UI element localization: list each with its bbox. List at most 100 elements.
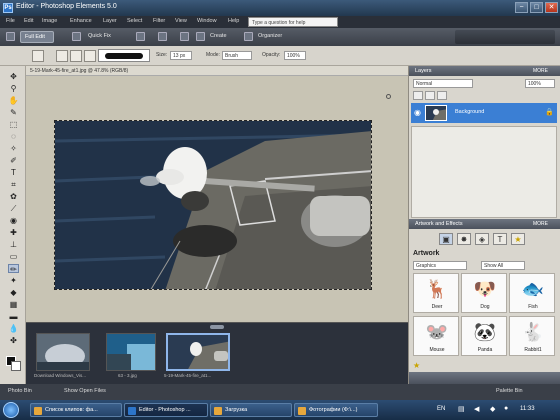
artwork-filter-select[interactable]: Show All [481,261,525,270]
network-icon[interactable]: ▤ [458,405,465,413]
layers-more-button[interactable]: MORE [533,68,548,74]
brush-tool-icon[interactable]: ✏ [8,264,19,274]
new-layer-icon[interactable] [413,91,423,100]
taskbar-item[interactable]: Список клипов: фа... [30,403,122,417]
create-button[interactable]: Create [206,31,231,43]
artwork-item[interactable]: 🐇 Rabbit1 [509,316,555,356]
menu-view[interactable]: View [175,18,187,24]
layer-row-background[interactable]: ◉ Background 🔒 [411,103,557,123]
blend-mode-select[interactable]: Normal [413,79,473,88]
artwork-effects-header[interactable]: Artwork and Effects MORE [409,219,560,229]
marquee-tool-icon[interactable]: ⬚ [8,120,19,129]
quick-fix-tab[interactable]: Quick Fix [84,31,122,43]
clock[interactable]: 11:33 [520,406,535,412]
minimize-button[interactable]: − [515,2,528,13]
how-to-panel-header[interactable] [409,372,560,384]
clone-stamp-icon[interactable]: ⊥ [8,240,19,249]
help-search-input[interactable]: Type a question for help [248,17,338,27]
language-indicator[interactable]: EN [437,406,445,412]
taskbar-item[interactable]: Загрузка [210,403,292,417]
healing-brush-icon[interactable]: ✚ [8,228,19,237]
favorites-tab-icon[interactable]: ★ [511,233,525,245]
text-tab-icon[interactable]: T [493,233,507,245]
hand-tool-icon[interactable]: ✋ [8,96,19,105]
taskbar-item-active[interactable]: Editor - Photoshop ... [124,403,208,417]
lasso-tool-icon[interactable]: ◌ [8,132,19,141]
favorite-star-icon[interactable]: ★ [413,362,421,370]
menu-window[interactable]: Window [197,18,217,24]
palette-bin-toggle[interactable]: Palette Bin [496,388,523,394]
photo-bin-thumb-selected[interactable] [166,333,230,371]
layers-title: Layers [415,68,432,74]
sponge-tool-icon[interactable]: ✤ [8,336,19,345]
photo-bin-thumb[interactable] [106,333,156,371]
visibility-eye-icon[interactable]: ◉ [414,108,421,117]
artwork-item[interactable]: 🐟 Fish [509,273,555,313]
photo-bin-thumb[interactable] [36,333,90,371]
artwork-category-select[interactable]: Graphics [413,261,467,270]
brush-picker[interactable] [98,49,150,62]
menu-file[interactable]: File [6,18,15,24]
gradient-tool-icon[interactable]: ▦ [8,300,19,309]
eraser-tool-icon[interactable]: ▭ [8,252,19,261]
brush-mode-icon[interactable] [56,50,68,62]
menu-edit[interactable]: Edit [24,18,33,24]
taskbar-item[interactable]: Фотографии (Ф:\...) [294,403,378,417]
artwork-more-button[interactable]: MORE [533,221,548,227]
layers-panel-header[interactable]: Layers MORE [409,66,560,76]
opacity-field[interactable]: 100% [284,51,306,60]
smart-brush-icon[interactable]: ✦ [8,276,19,285]
color-replace-icon[interactable] [84,50,96,62]
volume-icon[interactable]: ◀ [474,405,479,413]
start-button[interactable] [3,402,19,418]
artwork-item[interactable]: 🦌 Deer [413,273,459,313]
menu-image[interactable]: Image [42,18,57,24]
crop-tool-icon[interactable]: ⌗ [8,180,19,189]
delete-layer-icon[interactable] [437,91,447,100]
artwork-item[interactable]: 🐶 Dog [461,273,507,313]
move-tool-icon[interactable]: ✥ [8,72,19,81]
filters-tab-icon[interactable]: ◈ [475,233,489,245]
tray-app-icon[interactable]: ● [504,405,508,412]
menu-select[interactable]: Select [127,18,142,24]
artwork-tab-icon[interactable]: ▣ [439,233,453,245]
mode-select[interactable]: Brush [222,51,252,60]
organizer-button[interactable]: Organizer [254,31,286,43]
photo-bin-toggle[interactable]: Photo Bin [8,388,32,394]
menu-enhance[interactable]: Enhance [70,18,92,24]
artwork-item[interactable]: 🐼 Panda [461,316,507,356]
blur-tool-icon[interactable]: 💧 [8,324,19,333]
show-open-files-select[interactable]: Show Open Files [64,388,106,394]
layer-thumbnail [425,105,447,121]
cookie-cutter-icon[interactable]: ✿ [8,192,19,201]
undo-icon[interactable] [136,32,145,41]
selection-brush-icon[interactable]: ✐ [8,156,19,165]
maximize-button[interactable]: □ [530,2,543,13]
menu-help[interactable]: Help [228,18,239,24]
artwork-item[interactable]: 🐭 Mouse [413,316,459,356]
layer-opacity-field[interactable]: 100% [525,79,555,88]
menu-filter[interactable]: Filter [153,18,165,24]
print-icon[interactable] [180,32,189,41]
size-field[interactable]: 13 px [170,51,192,60]
menu-layer[interactable]: Layer [103,18,117,24]
eyedropper-icon[interactable]: ✎ [8,108,19,117]
paint-bucket-icon[interactable]: ◆ [8,288,19,297]
zoom-tool-icon[interactable]: ⚲ [8,84,19,93]
tray-app-icon[interactable]: ◆ [490,405,495,413]
close-button[interactable]: ✕ [545,2,558,13]
background-color-swatch[interactable] [11,361,21,371]
pencil-icon[interactable] [32,50,44,62]
red-eye-tool-icon[interactable]: ◉ [8,216,19,225]
shape-tool-icon[interactable]: ▬ [8,312,19,321]
redo-icon[interactable] [158,32,167,41]
effects-tab-icon[interactable]: ✸ [457,233,471,245]
straighten-tool-icon[interactable]: ⟋ [8,204,19,213]
impressionist-brush-icon[interactable] [70,50,82,62]
magic-wand-icon[interactable]: ✧ [8,144,19,153]
adjustment-layer-icon[interactable] [425,91,435,100]
type-tool-icon[interactable]: T [8,168,19,177]
full-edit-tab[interactable]: Full Edit [20,31,54,43]
photo-canvas[interactable] [54,120,372,290]
bin-resize-handle[interactable] [210,325,224,329]
